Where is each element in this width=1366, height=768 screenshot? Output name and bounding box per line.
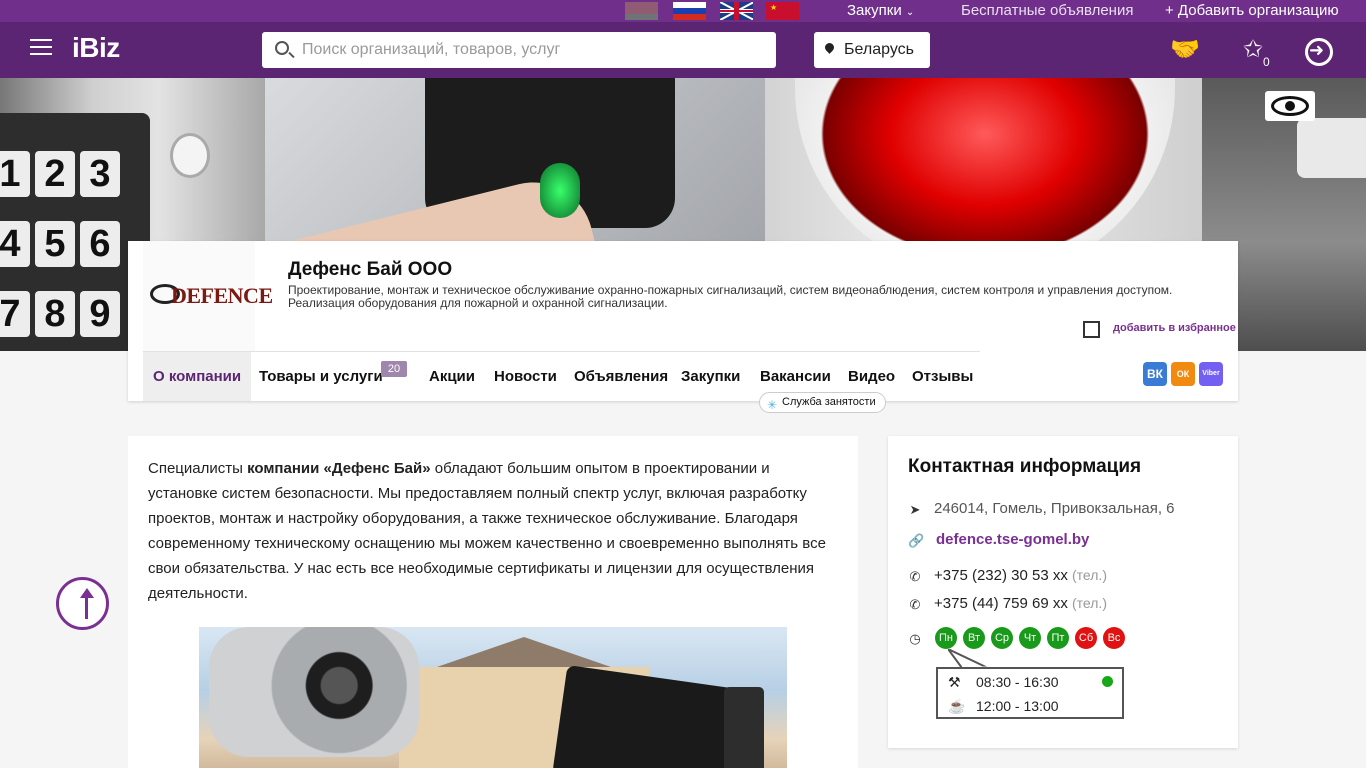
odnoklassniki-icon[interactable]: ОК xyxy=(1171,362,1195,386)
tab-ads[interactable]: Объявления xyxy=(574,352,668,401)
phone-icon: ✆ xyxy=(909,569,921,584)
about-company-name: компании «Дефенс Бай» xyxy=(247,460,431,477)
employment-service-badge[interactable]: ✳ Служба занятости xyxy=(759,392,886,413)
favorites-stars-icon[interactable]: ✩ 0 xyxy=(1238,36,1270,69)
about-rest: обладают большим опытом в проектировании… xyxy=(148,460,826,602)
tools-icon: ⚒ xyxy=(948,674,961,690)
favorites-count: 0 xyxy=(1263,55,1270,69)
employment-service-label: Служба занятости xyxy=(782,396,876,408)
flag-china-icon[interactable]: ★ xyxy=(766,2,799,20)
location-pin-icon xyxy=(823,41,836,54)
company-name: Дефенс Бай ООО xyxy=(288,259,453,280)
top-strip: ★ Закупки ⌄ Бесплатные объявления + Доба… xyxy=(0,0,1366,22)
tab-procurement[interactable]: Закупки xyxy=(681,352,740,401)
working-hours-tooltip: ⚒ 08:30 - 16:30 ☕ 12:00 - 13:00 xyxy=(936,667,1124,719)
region-selector[interactable]: Беларусь xyxy=(814,32,930,68)
favorite-label[interactable]: добавить в избранное xyxy=(1113,322,1236,334)
search-input[interactable] xyxy=(302,32,762,68)
phone-number[interactable]: +375 (232) 30 53 xx xyxy=(934,567,1068,584)
work-hours: 08:30 - 16:30 xyxy=(976,674,1059,690)
site-logo[interactable]: iBiz xyxy=(72,32,120,64)
region-label: Беларусь xyxy=(844,41,914,58)
contact-card: Контактная информация ➤ 246014, Гомель, … xyxy=(888,436,1238,748)
phone-note: (тел.) xyxy=(1072,567,1107,583)
company-logo: DEFENCE xyxy=(143,241,273,351)
phone-note: (тел.) xyxy=(1072,595,1107,611)
zakupki-menu[interactable]: Закупки ⌄ xyxy=(847,1,914,23)
search-box[interactable] xyxy=(262,32,776,68)
day-mon[interactable]: Пн xyxy=(935,627,957,649)
day-thu[interactable]: Чт xyxy=(1019,627,1041,649)
free-ads-link[interactable]: Бесплатные объявления xyxy=(961,1,1133,21)
menu-icon[interactable] xyxy=(30,39,52,55)
hours-tooltip-pointer xyxy=(948,649,989,669)
link-icon: 🔗 xyxy=(908,533,925,548)
products-count-badge: 20 xyxy=(381,361,407,377)
about-section: Специалисты компании «Дефенс Бай» облада… xyxy=(128,436,858,768)
company-logo-text: DEFENCE xyxy=(171,283,273,308)
phone-icon: ✆ xyxy=(909,597,921,612)
day-fri[interactable]: Пт xyxy=(1047,627,1069,649)
favorite-checkbox[interactable] xyxy=(1083,321,1100,338)
address-text: 246014, Гомель, Привокзальная, 6 xyxy=(934,500,1175,517)
tab-about[interactable]: О компании xyxy=(143,352,252,401)
about-intro: Специалисты xyxy=(148,460,248,477)
tab-products-services[interactable]: Товары и услуги xyxy=(259,352,383,401)
security-systems-image xyxy=(199,627,787,768)
viber-icon[interactable]: Viber xyxy=(1199,362,1223,386)
login-icon[interactable]: ➜ xyxy=(1302,36,1333,66)
add-organization-link[interactable]: + Добавить организацию xyxy=(1165,1,1339,21)
flag-uk-icon[interactable] xyxy=(720,2,753,20)
day-sat[interactable]: Сб xyxy=(1075,627,1097,649)
open-now-indicator xyxy=(1102,676,1113,687)
about-text: Специалисты компании «Дефенс Бай» облада… xyxy=(148,456,828,606)
clock-icon: ◷ xyxy=(909,631,921,646)
tab-promotions[interactable]: Акции xyxy=(429,352,475,401)
company-description: Проектирование, монтаж и техническое обс… xyxy=(288,283,1173,310)
flag-belarus-icon[interactable] xyxy=(625,2,658,20)
zakupki-label: Закупки xyxy=(847,2,902,19)
chevron-down-icon: ⌄ xyxy=(905,7,915,18)
phone-number[interactable]: +375 (44) 759 69 xx xyxy=(934,595,1068,612)
coffee-cup-icon: ☕ xyxy=(948,698,966,714)
day-wed[interactable]: Ср xyxy=(991,627,1013,649)
snowflake-icon: ✳ xyxy=(767,398,778,412)
day-sun[interactable]: Вс xyxy=(1103,627,1125,649)
lunch-hours: 12:00 - 13:00 xyxy=(976,698,1059,714)
day-tue[interactable]: Вт xyxy=(963,627,985,649)
handshake-icon[interactable]: 🤝 xyxy=(1170,36,1200,64)
vk-icon[interactable]: ВК xyxy=(1143,362,1167,386)
scroll-up-button[interactable] xyxy=(56,577,109,630)
navigation-arrow-icon: ➤ xyxy=(909,502,921,517)
website-link[interactable]: defence.tse-gomel.by xyxy=(936,531,1089,548)
search-icon[interactable] xyxy=(275,41,289,55)
flag-russia-icon[interactable] xyxy=(673,2,706,20)
company-card: DEFENCE Дефенс Бай ООО Проектирование, м… xyxy=(128,241,1238,413)
tab-reviews[interactable]: Отзывы xyxy=(912,352,973,401)
tab-news[interactable]: Новости xyxy=(494,352,557,401)
eye-icon xyxy=(1265,91,1315,121)
contact-title: Контактная информация xyxy=(908,456,1142,477)
